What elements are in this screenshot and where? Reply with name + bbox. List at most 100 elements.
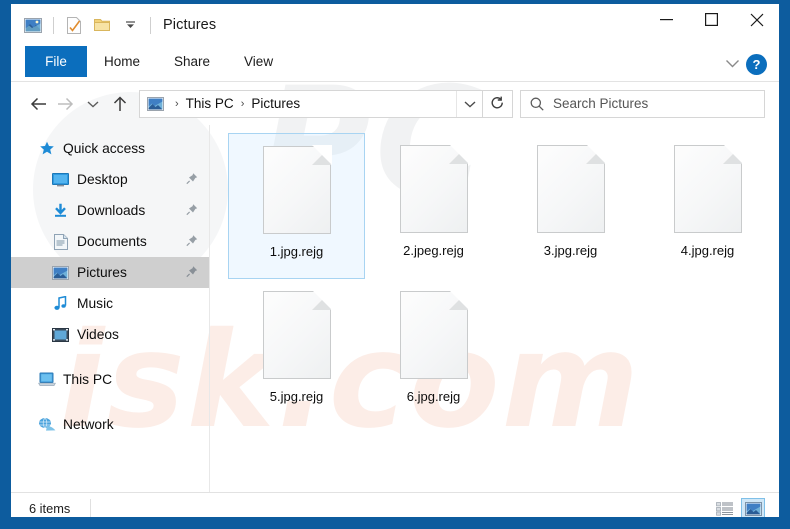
status-divider — [90, 499, 91, 517]
minimize-button[interactable] — [644, 4, 689, 35]
videos-icon — [51, 326, 70, 344]
recent-locations-button[interactable] — [79, 90, 106, 118]
search-icon — [530, 97, 544, 111]
pin-icon[interactable] — [186, 234, 198, 249]
sidebar-label: Quick access — [63, 141, 145, 156]
pin-icon[interactable] — [186, 172, 198, 187]
quick-access-toolbar — [11, 12, 156, 38]
breadcrumb-separator-0: › — [170, 98, 184, 110]
tab-file[interactable]: File — [25, 46, 87, 77]
file-name: 3.jpg.rejg — [544, 243, 597, 258]
sidebar-item-music[interactable]: Music — [11, 288, 209, 319]
sidebar-gap-1 — [11, 350, 209, 364]
sidebar-item-pictures[interactable]: Pictures — [11, 257, 209, 288]
title-bar: Pictures — [11, 4, 779, 46]
file-item[interactable]: 5.jpg.rejg — [228, 279, 365, 425]
file-name: 6.jpg.rejg — [407, 389, 460, 404]
forward-button[interactable] — [52, 90, 79, 118]
tab-view[interactable]: View — [227, 46, 290, 77]
file-name: 2.jpeg.rejg — [403, 243, 464, 258]
screenshot-frame: PC isk.com — [0, 0, 790, 529]
address-dropdown-icon[interactable] — [456, 91, 482, 117]
customize-dropdown-icon[interactable] — [117, 12, 143, 38]
file-icon — [674, 145, 742, 233]
status-bar: 6 items — [11, 492, 779, 517]
file-icon — [400, 291, 468, 379]
search-box[interactable]: Search Pictures — [520, 90, 765, 118]
breadcrumb-separator-1[interactable]: › — [236, 98, 250, 110]
expand-ribbon-icon[interactable] — [725, 55, 740, 73]
sidebar-label: This PC — [63, 372, 112, 387]
file-name: 1.jpg.rejg — [270, 244, 323, 259]
sidebar-gap-2 — [11, 395, 209, 409]
properties-icon[interactable] — [61, 12, 87, 38]
window-title: Pictures — [163, 17, 216, 33]
sidebar-label: Network — [63, 417, 114, 432]
pictures-icon — [51, 264, 70, 282]
sidebar-item-quick-access[interactable]: Quick access — [11, 133, 209, 164]
close-button[interactable] — [734, 4, 779, 35]
maximize-button[interactable] — [689, 4, 734, 35]
address-bar: › This PC › Pictures — [11, 82, 779, 125]
ribbon-tab-bar: File Home Share View ? — [11, 46, 779, 82]
file-item[interactable]: 3.jpg.rejg — [502, 133, 639, 279]
window-controls — [644, 4, 779, 46]
breadcrumb-item-this-pc[interactable]: This PC — [184, 96, 236, 111]
desktop-icon — [51, 171, 70, 189]
up-button[interactable] — [106, 90, 133, 118]
file-explorer-window: PC isk.com — [11, 4, 779, 517]
sidebar-item-videos[interactable]: Videos — [11, 319, 209, 350]
downloads-icon — [51, 202, 70, 220]
tab-home[interactable]: Home — [87, 46, 157, 77]
sidebar-label: Documents — [77, 234, 147, 249]
sidebar-label: Downloads — [77, 203, 145, 218]
music-icon — [51, 295, 70, 313]
file-name: 5.jpg.rejg — [270, 389, 323, 404]
sidebar-item-this-pc[interactable]: This PC — [11, 364, 209, 395]
sidebar-label: Music — [77, 296, 113, 311]
back-button[interactable] — [25, 90, 52, 118]
file-list-pane[interactable]: 1.jpg.rejg 2.jpeg.rejg 3.jpg.rejg — [210, 125, 779, 492]
breadcrumb-pictures-icon — [140, 97, 170, 111]
sidebar-item-documents[interactable]: Documents — [11, 226, 209, 257]
toolbar-divider-2 — [150, 17, 151, 34]
network-icon — [37, 416, 56, 434]
breadcrumb[interactable]: › This PC › Pictures — [139, 90, 483, 118]
breadcrumb-item-pictures[interactable]: Pictures — [249, 96, 302, 111]
sidebar-label: Videos — [77, 327, 119, 342]
pictures-folder-icon[interactable] — [20, 12, 46, 38]
file-grid: 1.jpg.rejg 2.jpeg.rejg 3.jpg.rejg — [228, 133, 779, 425]
explorer-body: Quick access Desktop — [11, 125, 779, 492]
sidebar-item-desktop[interactable]: Desktop — [11, 164, 209, 195]
pin-icon[interactable] — [186, 203, 198, 218]
this-pc-icon — [37, 371, 56, 389]
sidebar-label: Pictures — [77, 265, 127, 280]
documents-icon — [51, 233, 70, 251]
file-item[interactable]: 2.jpeg.rejg — [365, 133, 502, 279]
file-item[interactable]: 4.jpg.rejg — [639, 133, 776, 279]
view-toggle-group — [713, 498, 779, 518]
star-icon — [37, 140, 56, 158]
sidebar-item-network[interactable]: Network — [11, 409, 209, 440]
navigation-pane: Quick access Desktop — [11, 125, 210, 492]
new-folder-icon[interactable] — [89, 12, 115, 38]
details-view-button[interactable] — [713, 498, 737, 518]
file-icon — [400, 145, 468, 233]
large-icons-view-button[interactable] — [741, 498, 765, 518]
refresh-button[interactable] — [483, 90, 513, 118]
file-icon — [263, 146, 331, 234]
file-icon — [537, 145, 605, 233]
search-input[interactable]: Search Pictures — [553, 96, 648, 111]
item-count-label: 6 items — [29, 501, 70, 516]
file-name: 4.jpg.rejg — [681, 243, 734, 258]
file-item[interactable]: 6.jpg.rejg — [365, 279, 502, 425]
tab-share[interactable]: Share — [157, 46, 227, 77]
pin-icon[interactable] — [186, 265, 198, 280]
file-item[interactable]: 1.jpg.rejg — [228, 133, 365, 279]
sidebar-item-downloads[interactable]: Downloads — [11, 195, 209, 226]
toolbar-divider — [53, 17, 54, 34]
ribbon-actions: ? — [725, 46, 779, 82]
help-button[interactable]: ? — [746, 54, 767, 75]
file-icon — [263, 291, 331, 379]
sidebar-label: Desktop — [77, 172, 128, 187]
